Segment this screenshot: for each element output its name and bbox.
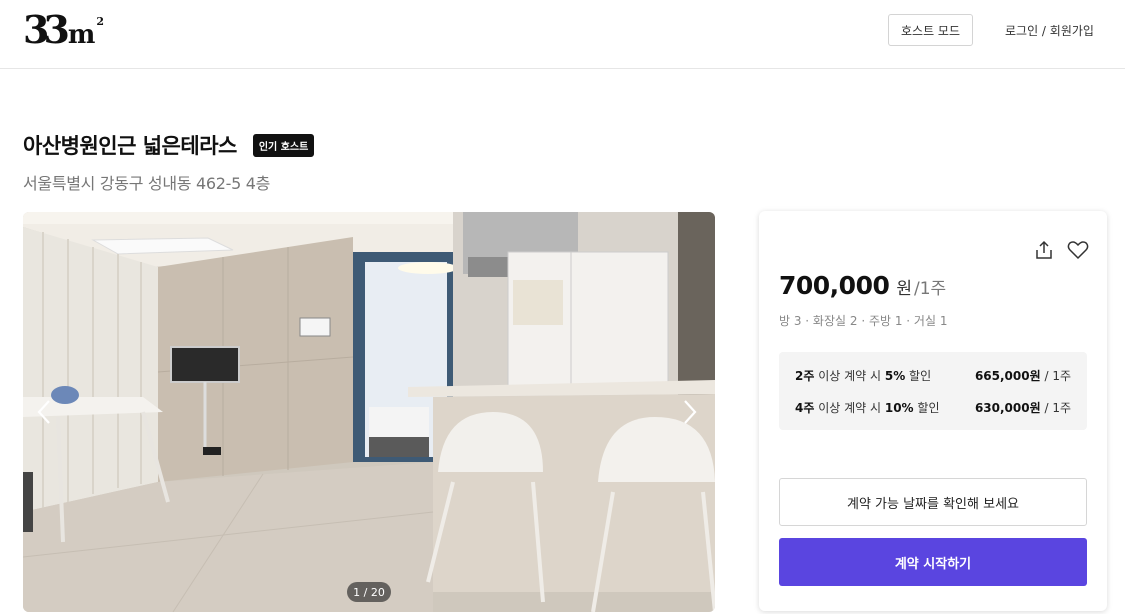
- share-icon: [1034, 240, 1054, 264]
- discount-box: 2주 이상 계약 시 5% 할인 665,000원 / 1주 4주 이상 계약 …: [779, 352, 1087, 430]
- logo[interactable]: 33 m 2: [23, 7, 105, 52]
- listing-photo[interactable]: [23, 212, 715, 612]
- top-header: 33 m 2 호스트 모드 로그인 / 회원가입: [0, 0, 1125, 69]
- logo-unit: m: [67, 20, 96, 50]
- booking-card: 700,000 원 /1주 방 3 · 화장실 2 · 주방 1 · 거실 1 …: [759, 211, 1107, 611]
- discount-row: 2주 이상 계약 시 5% 할인 665,000원 / 1주: [795, 367, 1071, 384]
- weekly-price: 700,000: [779, 271, 890, 300]
- price-row: 700,000 원 /1주: [779, 271, 946, 300]
- discount-row: 4주 이상 계약 시 10% 할인 630,000원 / 1주: [795, 399, 1071, 416]
- heart-icon: [1067, 240, 1089, 264]
- photo-counter: 1 / 20: [347, 582, 391, 602]
- discount-price: 630,000원 / 1주: [974, 401, 1071, 415]
- price-period: /1주: [914, 279, 947, 299]
- title-row: 아산병원인근 넓은테라스 인기 호스트: [23, 130, 315, 160]
- photo-prev-button[interactable]: [32, 390, 56, 434]
- chevron-left-icon: [37, 399, 51, 425]
- room-photo-illustration: [23, 212, 715, 612]
- discount-condition: 4주 이상 계약 시 10% 할인: [795, 401, 940, 415]
- card-actions: [1033, 240, 1089, 264]
- popular-host-badge: 인기 호스트: [252, 133, 315, 157]
- price-currency: 원: [896, 279, 913, 299]
- photo-next-button[interactable]: [678, 390, 702, 434]
- logo-number: 33: [23, 7, 70, 52]
- host-mode-button[interactable]: 호스트 모드: [888, 14, 973, 46]
- logo-superscript: 2: [96, 15, 105, 28]
- check-dates-button[interactable]: 계약 가능 날짜를 확인해 보세요: [779, 478, 1087, 526]
- share-button[interactable]: [1033, 240, 1055, 264]
- login-signup-link[interactable]: 로그인 / 회원가입: [1005, 22, 1094, 39]
- chevron-right-icon: [683, 399, 697, 425]
- discount-price: 665,000원 / 1주: [974, 369, 1071, 383]
- listing-title: 아산병원인근 넓은테라스: [23, 134, 237, 158]
- discount-condition: 2주 이상 계약 시 5% 할인: [795, 369, 932, 383]
- start-contract-button[interactable]: 계약 시작하기: [779, 538, 1087, 586]
- room-specs: 방 3 · 화장실 2 · 주방 1 · 거실 1: [779, 314, 948, 328]
- listing-address: 서울특별시 강동구 성내동 462-5 4층: [23, 174, 271, 193]
- favorite-button[interactable]: [1067, 241, 1089, 263]
